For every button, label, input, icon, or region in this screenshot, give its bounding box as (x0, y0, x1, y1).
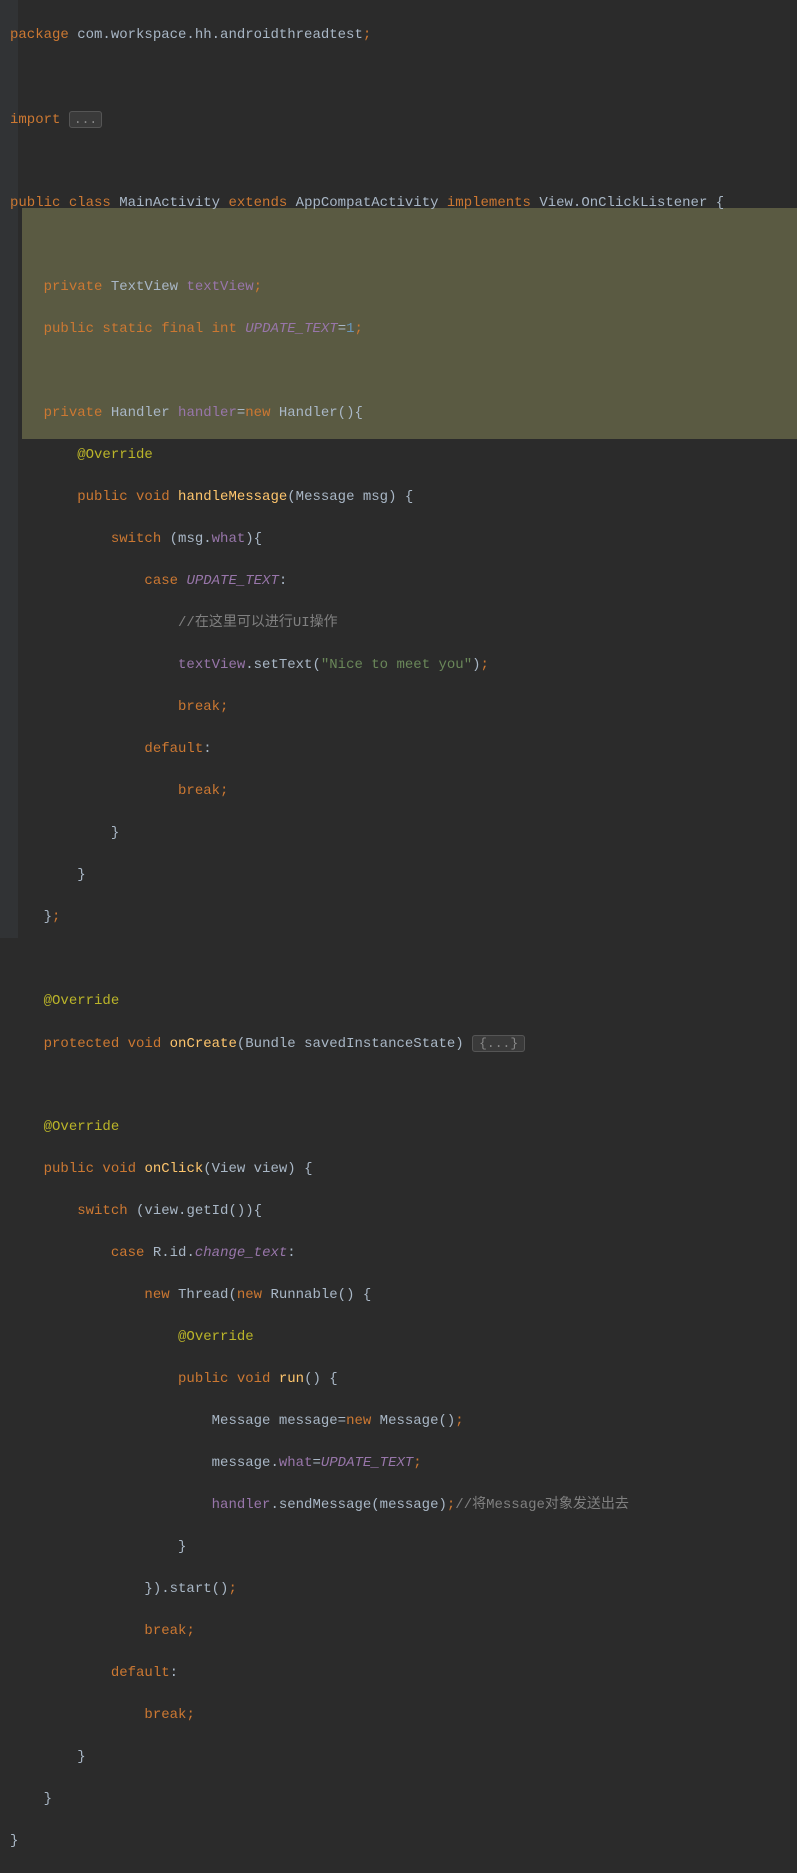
code-line[interactable]: package com.workspace.hh.androidthreadte… (10, 25, 724, 46)
code-line[interactable]: private TextView textView; (10, 277, 724, 298)
code-line[interactable]: protected void onCreate(Bundle savedInst… (10, 1033, 724, 1054)
code-line[interactable]: switch (view.getId()){ (10, 1201, 724, 1222)
code-line[interactable]: }).start(); (10, 1579, 724, 1600)
code-line[interactable]: break; (10, 697, 724, 718)
code-line[interactable]: textView.setText("Nice to meet you"); (10, 655, 724, 676)
code-line[interactable]: } (10, 823, 724, 844)
code-line[interactable]: //在这里可以进行UI操作 (10, 613, 724, 634)
code-line[interactable]: public class MainActivity extends AppCom… (10, 193, 724, 214)
code-line[interactable]: break; (10, 781, 724, 802)
code-line[interactable]: @Override (10, 445, 724, 466)
code-line[interactable]: new Thread(new Runnable() { (10, 1285, 724, 1306)
code-line[interactable]: @Override (10, 991, 724, 1012)
code-line[interactable]: break; (10, 1705, 724, 1726)
code-line[interactable]: default: (10, 739, 724, 760)
code-editor[interactable]: package com.workspace.hh.androidthreadte… (10, 4, 724, 1873)
folded-imports[interactable]: ... (69, 111, 102, 128)
code-line[interactable]: public static final int UPDATE_TEXT=1; (10, 319, 724, 340)
code-line[interactable]: handler.sendMessage(message);//将Message对… (10, 1495, 724, 1516)
folded-method-body[interactable]: {...} (472, 1035, 525, 1052)
code-line[interactable]: @Override (10, 1327, 724, 1348)
code-line[interactable]: case R.id.change_text: (10, 1243, 724, 1264)
code-line[interactable]: case UPDATE_TEXT: (10, 571, 724, 592)
code-line[interactable]: import ... (10, 109, 724, 130)
code-line[interactable]: } (10, 865, 724, 886)
code-line[interactable]: } (10, 1789, 724, 1810)
code-line[interactable]: } (10, 1831, 724, 1852)
code-line[interactable]: } (10, 1747, 724, 1768)
code-line[interactable]: Message message=new Message(); (10, 1411, 724, 1432)
code-line[interactable]: default: (10, 1663, 724, 1684)
code-line[interactable]: @Override (10, 1117, 724, 1138)
code-line[interactable]: } (10, 1537, 724, 1558)
code-line[interactable]: break; (10, 1621, 724, 1642)
code-line[interactable]: }; (10, 907, 724, 928)
code-line[interactable]: message.what=UPDATE_TEXT; (10, 1453, 724, 1474)
code-line[interactable]: private Handler handler=new Handler(){ (10, 403, 724, 424)
code-line[interactable]: public void onClick(View view) { (10, 1159, 724, 1180)
code-line[interactable]: switch (msg.what){ (10, 529, 724, 550)
code-line[interactable]: public void run() { (10, 1369, 724, 1390)
code-line[interactable]: public void handleMessage(Message msg) { (10, 487, 724, 508)
